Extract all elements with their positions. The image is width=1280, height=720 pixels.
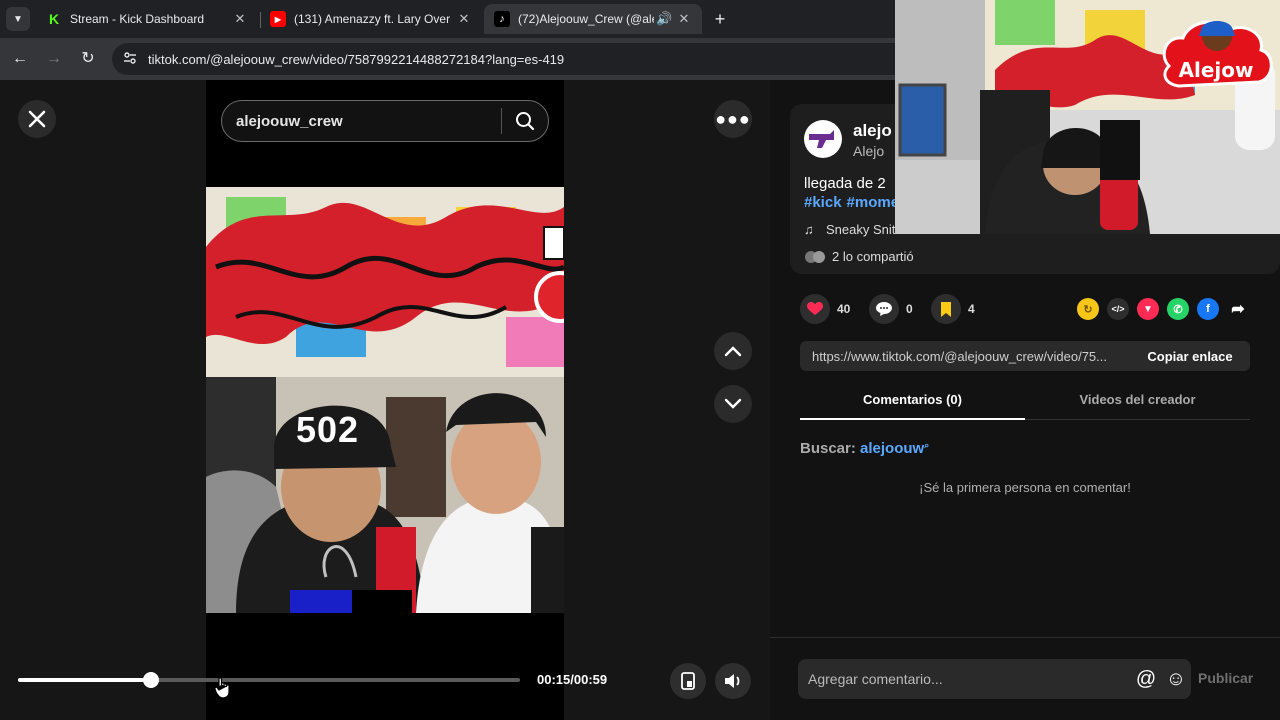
close-tab-icon[interactable]: ✕ bbox=[232, 11, 248, 27]
previous-video-button[interactable] bbox=[714, 332, 752, 370]
send-message-icon[interactable]: ▼ bbox=[1137, 298, 1159, 320]
heart-icon bbox=[800, 294, 830, 324]
search-icon[interactable] bbox=[502, 111, 548, 131]
comment-count: 0 bbox=[906, 302, 913, 316]
copy-link-button[interactable]: Copiar enlace bbox=[1130, 349, 1250, 364]
search-bar[interactable]: alejoouw_crew bbox=[221, 100, 549, 142]
comment-search-suggestion[interactable]: Buscar: alejoouw⌕ bbox=[800, 440, 929, 457]
close-player-button[interactable] bbox=[18, 100, 56, 138]
kick-icon: K bbox=[46, 11, 62, 27]
video-progress-bar[interactable] bbox=[18, 672, 520, 688]
cap-logo-text: 502 bbox=[296, 409, 360, 450]
more-icon: ●●● bbox=[715, 108, 751, 129]
panel-tabs: Comentarios (0) Videos del creador bbox=[800, 384, 1250, 420]
mouse-cursor-icon bbox=[214, 677, 230, 699]
comment-placeholder[interactable]: Agregar comentario... bbox=[808, 671, 1131, 687]
speaker-icon[interactable]: 🔊 bbox=[656, 11, 672, 27]
search-small-icon: ⌕ bbox=[924, 440, 930, 450]
search-keyword[interactable]: alejoouw bbox=[860, 440, 924, 457]
more-options-button[interactable]: ●●● bbox=[714, 100, 752, 138]
creator-handle[interactable]: alejo bbox=[853, 121, 892, 141]
alejow-logo-text: Alejow bbox=[1178, 58, 1254, 82]
browser-tab-kick[interactable]: K Stream - Kick Dashboard ✕ bbox=[36, 4, 258, 34]
tab-title: (131) Amenazzy ft. Lary Over - S bbox=[294, 12, 450, 26]
streamer-webcam-overlay: Alejow bbox=[895, 0, 1280, 234]
video-people-scene: 502 bbox=[206, 377, 564, 613]
search-label: Buscar: bbox=[800, 440, 856, 457]
url-text[interactable]: tiktok.com/@alejoouw_crew/video/75879922… bbox=[148, 52, 564, 67]
tab-search-button[interactable]: ▼ bbox=[6, 7, 30, 31]
browser-tab-youtube[interactable]: ▶ (131) Amenazzy ft. Lary Over - S ✕ bbox=[260, 4, 482, 34]
close-tab-icon[interactable]: ✕ bbox=[676, 11, 692, 27]
engagement-bar: 40 0 4 ↻ </> ▼ ✆ f ➦ bbox=[800, 294, 1270, 328]
music-title: Sneaky Snit bbox=[826, 222, 896, 237]
video-player-area: alejoouw_crew ●●● 502 00:15/00:59 bbox=[0, 80, 770, 720]
sharer-avatars-icon bbox=[804, 250, 826, 264]
save-count: 4 bbox=[968, 302, 975, 316]
facebook-icon[interactable]: f bbox=[1197, 298, 1219, 320]
shared-text: 2 lo compartió bbox=[832, 249, 914, 264]
whatsapp-icon[interactable]: ✆ bbox=[1167, 298, 1189, 320]
floating-player-button[interactable] bbox=[670, 663, 706, 699]
publish-button[interactable]: Publicar bbox=[1198, 670, 1253, 686]
empty-comments-message: ¡Sé la primera persona en comentar! bbox=[919, 480, 1131, 495]
video-caption: llegada de 2 bbox=[804, 175, 886, 192]
embed-code-icon[interactable]: </> bbox=[1107, 298, 1129, 320]
chevron-down-icon bbox=[724, 398, 742, 409]
emoji-icon[interactable]: ☺ bbox=[1161, 668, 1191, 691]
video-frame[interactable]: 502 bbox=[206, 187, 564, 613]
like-button[interactable]: 40 bbox=[800, 294, 850, 324]
like-count: 40 bbox=[837, 302, 851, 316]
tab-creator-videos[interactable]: Videos del creador bbox=[1025, 384, 1250, 420]
video-time: 00:15/00:59 bbox=[537, 672, 608, 687]
hashtag-list: #kick #mome bbox=[804, 194, 904, 211]
forward-button[interactable]: → bbox=[42, 47, 66, 71]
volume-icon bbox=[725, 674, 740, 688]
creator-name: Alejo bbox=[853, 143, 885, 159]
mention-icon[interactable]: @ bbox=[1131, 668, 1161, 691]
divider bbox=[770, 637, 1280, 638]
comment-input[interactable]: Agregar comentario... @ ☺ bbox=[798, 659, 1191, 699]
music-link[interactable]: ♫ Sneaky Snit bbox=[804, 222, 895, 237]
comment-button[interactable]: 0 bbox=[869, 294, 913, 324]
next-video-button[interactable] bbox=[714, 385, 752, 423]
back-button[interactable]: ← bbox=[8, 47, 32, 71]
share-repost-icon[interactable]: ↻ bbox=[1077, 298, 1099, 320]
picture-in-picture-icon bbox=[681, 672, 695, 690]
tiktok-icon: ♪ bbox=[494, 11, 510, 27]
new-tab-button[interactable]: + bbox=[708, 7, 732, 31]
tab-comments[interactable]: Comentarios (0) bbox=[800, 384, 1025, 420]
site-info-icon[interactable] bbox=[118, 51, 142, 68]
share-arrow-icon[interactable]: ➦ bbox=[1227, 298, 1249, 320]
share-link-row: https://www.tiktok.com/@alejoouw_crew/vi… bbox=[800, 341, 1250, 371]
youtube-icon: ▶ bbox=[270, 11, 286, 27]
graffiti-wall bbox=[206, 187, 564, 377]
tab-title: (72)Alejoouw_Crew (@alejo bbox=[518, 12, 654, 26]
chevron-up-icon bbox=[724, 346, 742, 357]
share-link-text[interactable]: https://www.tiktok.com/@alejoouw_crew/vi… bbox=[812, 349, 1130, 364]
volume-button[interactable] bbox=[715, 663, 751, 699]
comment-icon bbox=[869, 294, 899, 324]
close-icon bbox=[28, 110, 46, 128]
creator-avatar[interactable] bbox=[804, 120, 842, 158]
shared-by[interactable]: 2 lo compartió bbox=[804, 249, 914, 264]
music-note-icon: ♫ bbox=[804, 222, 814, 237]
omnibox[interactable]: tiktok.com/@alejoouw_crew/video/75879922… bbox=[112, 43, 912, 75]
close-tab-icon[interactable]: ✕ bbox=[456, 11, 472, 27]
browser-tab-tiktok[interactable]: ♪ (72)Alejoouw_Crew (@alejo 🔊 ✕ bbox=[484, 4, 702, 34]
tab-title: Stream - Kick Dashboard bbox=[70, 12, 205, 26]
search-input[interactable]: alejoouw_crew bbox=[236, 113, 501, 130]
progress-fill bbox=[18, 678, 151, 682]
reload-button[interactable]: ↻ bbox=[76, 47, 100, 71]
alejow-logo bbox=[1162, 20, 1273, 88]
hashtag-link[interactable]: #mome bbox=[847, 194, 900, 211]
bookmark-icon bbox=[931, 294, 961, 324]
hashtag-link[interactable]: #kick bbox=[804, 194, 842, 211]
save-button[interactable]: 4 bbox=[931, 294, 975, 324]
progress-scrubber[interactable] bbox=[142, 672, 159, 688]
